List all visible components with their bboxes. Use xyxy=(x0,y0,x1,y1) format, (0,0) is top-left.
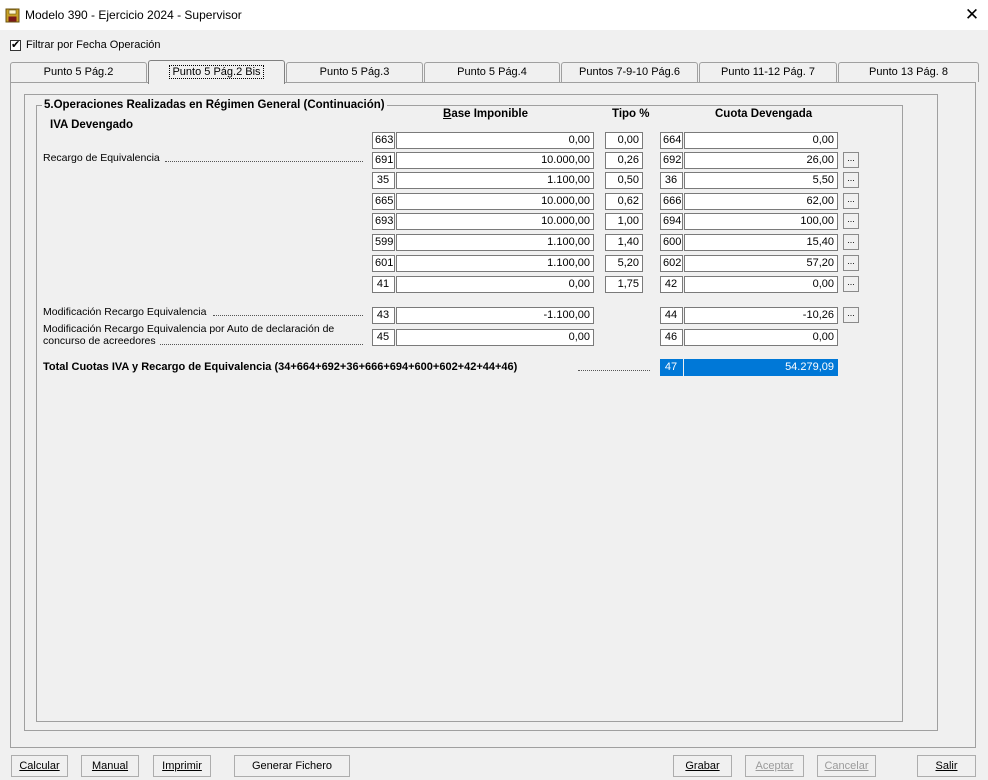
filter-fecha-operacion[interactable]: ✔ Filtrar por Fecha Operación xyxy=(10,38,161,52)
code-box: 599 xyxy=(372,234,395,251)
generar-fichero-button[interactable]: Generar Fichero xyxy=(234,755,350,777)
tab-puntos-7-9-10[interactable]: Puntos 7-9-10 Pág.6 xyxy=(561,62,698,82)
base-imponible-input[interactable]: 10.000,00 xyxy=(396,152,594,169)
cancelar-button[interactable]: Cancelar xyxy=(817,755,876,777)
ellipsis-button[interactable]: ... xyxy=(843,213,859,229)
tipo-input[interactable]: 0,62 xyxy=(605,193,643,210)
ellipsis-button[interactable]: ... xyxy=(843,234,859,250)
code-box: 42 xyxy=(660,276,683,293)
title-bar: Modelo 390 - Ejercicio 2024 - Supervisor… xyxy=(0,0,988,31)
code-box: 36 xyxy=(660,172,683,189)
leader-dots xyxy=(160,344,363,345)
cuota-input[interactable]: 0,00 xyxy=(684,132,838,149)
close-icon[interactable]: ✕ xyxy=(960,4,984,26)
code-box: 43 xyxy=(372,307,395,324)
code-box: 44 xyxy=(660,307,683,324)
code-box: 692 xyxy=(660,152,683,169)
salir-button[interactable]: Salir xyxy=(917,755,976,777)
base-imponible-input[interactable]: 0,00 xyxy=(396,132,594,149)
iva-devengado-heading: IVA Devengado xyxy=(50,119,134,131)
tipo-input[interactable]: 0,00 xyxy=(605,132,643,149)
code-box: 694 xyxy=(660,213,683,230)
base-imponible-input[interactable]: 1.100,00 xyxy=(396,172,594,189)
tab-punto5-pag3[interactable]: Punto 5 Pág.3 xyxy=(286,62,423,82)
base-imponible-input[interactable]: 10.000,00 xyxy=(396,193,594,210)
base-imponible-input[interactable]: -1.100,00 xyxy=(396,307,594,324)
section-title: 5.Operaciones Realizadas en Régimen Gene… xyxy=(42,99,387,111)
base-imponible-input[interactable]: 1.100,00 xyxy=(396,255,594,272)
cuota-input[interactable]: 62,00 xyxy=(684,193,838,210)
ellipsis-button[interactable]: ... xyxy=(843,276,859,292)
tipo-input[interactable]: 0,50 xyxy=(605,172,643,189)
leader-dots xyxy=(165,161,363,162)
ellipsis-button[interactable]: ... xyxy=(843,152,859,168)
cuota-input[interactable]: 0,00 xyxy=(684,276,838,293)
tab-punto5-pag2-bis[interactable]: Punto 5 Pág.2 Bis xyxy=(148,60,285,84)
cuota-input[interactable]: 5,50 xyxy=(684,172,838,189)
code-box: 602 xyxy=(660,255,683,272)
label-mod-recargo: Modificación Recargo Equivalencia xyxy=(43,306,207,318)
tab-punto-13[interactable]: Punto 13 Pág. 8 xyxy=(838,62,979,82)
code-box: 665 xyxy=(372,193,395,210)
total-cuotas-field[interactable]: 54.279,09 xyxy=(684,359,838,376)
code-box: 664 xyxy=(660,132,683,149)
aceptar-button[interactable]: Aceptar xyxy=(745,755,804,777)
tipo-input[interactable]: 0,26 xyxy=(605,152,643,169)
tipo-input[interactable]: 1,00 xyxy=(605,213,643,230)
code-box: 45 xyxy=(372,329,395,346)
base-imponible-input[interactable]: 1.100,00 xyxy=(396,234,594,251)
app-floppy-icon xyxy=(5,8,20,23)
base-imponible-input[interactable]: 10.000,00 xyxy=(396,213,594,230)
code-box: 693 xyxy=(372,213,395,230)
cuota-input[interactable]: 26,00 xyxy=(684,152,838,169)
cuota-input[interactable]: 0,00 xyxy=(684,329,838,346)
grabar-button[interactable]: Grabar xyxy=(673,755,732,777)
checkmark-icon: ✔ xyxy=(11,38,21,51)
column-tipo: Tipo % xyxy=(612,108,650,120)
label-recargo-equivalencia: Recargo de Equivalencia xyxy=(43,152,160,164)
cuota-input[interactable]: -10,26 xyxy=(684,307,838,324)
manual-button[interactable]: Manual xyxy=(81,755,139,777)
code-box: 601 xyxy=(372,255,395,272)
tab-punto5-pag2[interactable]: Punto 5 Pág.2 xyxy=(10,62,147,82)
code-box: 41 xyxy=(372,276,395,293)
code-box: 47 xyxy=(660,359,683,376)
base-imponible-input[interactable]: 0,00 xyxy=(396,329,594,346)
column-cuota-devengada: Cuota Devengada xyxy=(715,108,813,120)
cuota-input[interactable]: 57,20 xyxy=(684,255,838,272)
code-box: 46 xyxy=(660,329,683,346)
code-box: 666 xyxy=(660,193,683,210)
tipo-input[interactable]: 1,75 xyxy=(605,276,643,293)
tab-punto5-pag4[interactable]: Punto 5 Pág.4 xyxy=(424,62,560,82)
cuota-input[interactable]: 100,00 xyxy=(684,213,838,230)
leader-dots xyxy=(578,370,650,371)
label-mod-auto-line2: concurso de acreedores xyxy=(43,335,156,347)
ellipsis-button[interactable]: ... xyxy=(843,172,859,188)
column-base-imponible: Base Imponible xyxy=(443,108,528,120)
tipo-input[interactable]: 5,20 xyxy=(605,255,643,272)
code-box: 35 xyxy=(372,172,395,189)
window-title: Modelo 390 - Ejercicio 2024 - Supervisor xyxy=(25,8,242,22)
calcular-button[interactable]: Calcular xyxy=(11,755,68,777)
ellipsis-button[interactable]: ... xyxy=(843,193,859,209)
cuota-input[interactable]: 15,40 xyxy=(684,234,838,251)
code-box: 600 xyxy=(660,234,683,251)
base-imponible-input[interactable]: 0,00 xyxy=(396,276,594,293)
code-box: 663 xyxy=(372,132,395,149)
imprimir-button[interactable]: Imprimir xyxy=(153,755,211,777)
tipo-input[interactable]: 1,40 xyxy=(605,234,643,251)
tab-punto-11-12[interactable]: Punto 11-12 Pág. 7 xyxy=(699,62,837,82)
ellipsis-button[interactable]: ... xyxy=(843,255,859,271)
filter-label: Filtrar por Fecha Operación xyxy=(26,39,161,51)
label-total-cuotas: Total Cuotas IVA y Recargo de Equivalenc… xyxy=(43,361,518,373)
code-box: 691 xyxy=(372,152,395,169)
ellipsis-button[interactable]: ... xyxy=(843,307,859,323)
filter-checkbox[interactable]: ✔ xyxy=(10,38,21,51)
leader-dots xyxy=(213,315,363,316)
